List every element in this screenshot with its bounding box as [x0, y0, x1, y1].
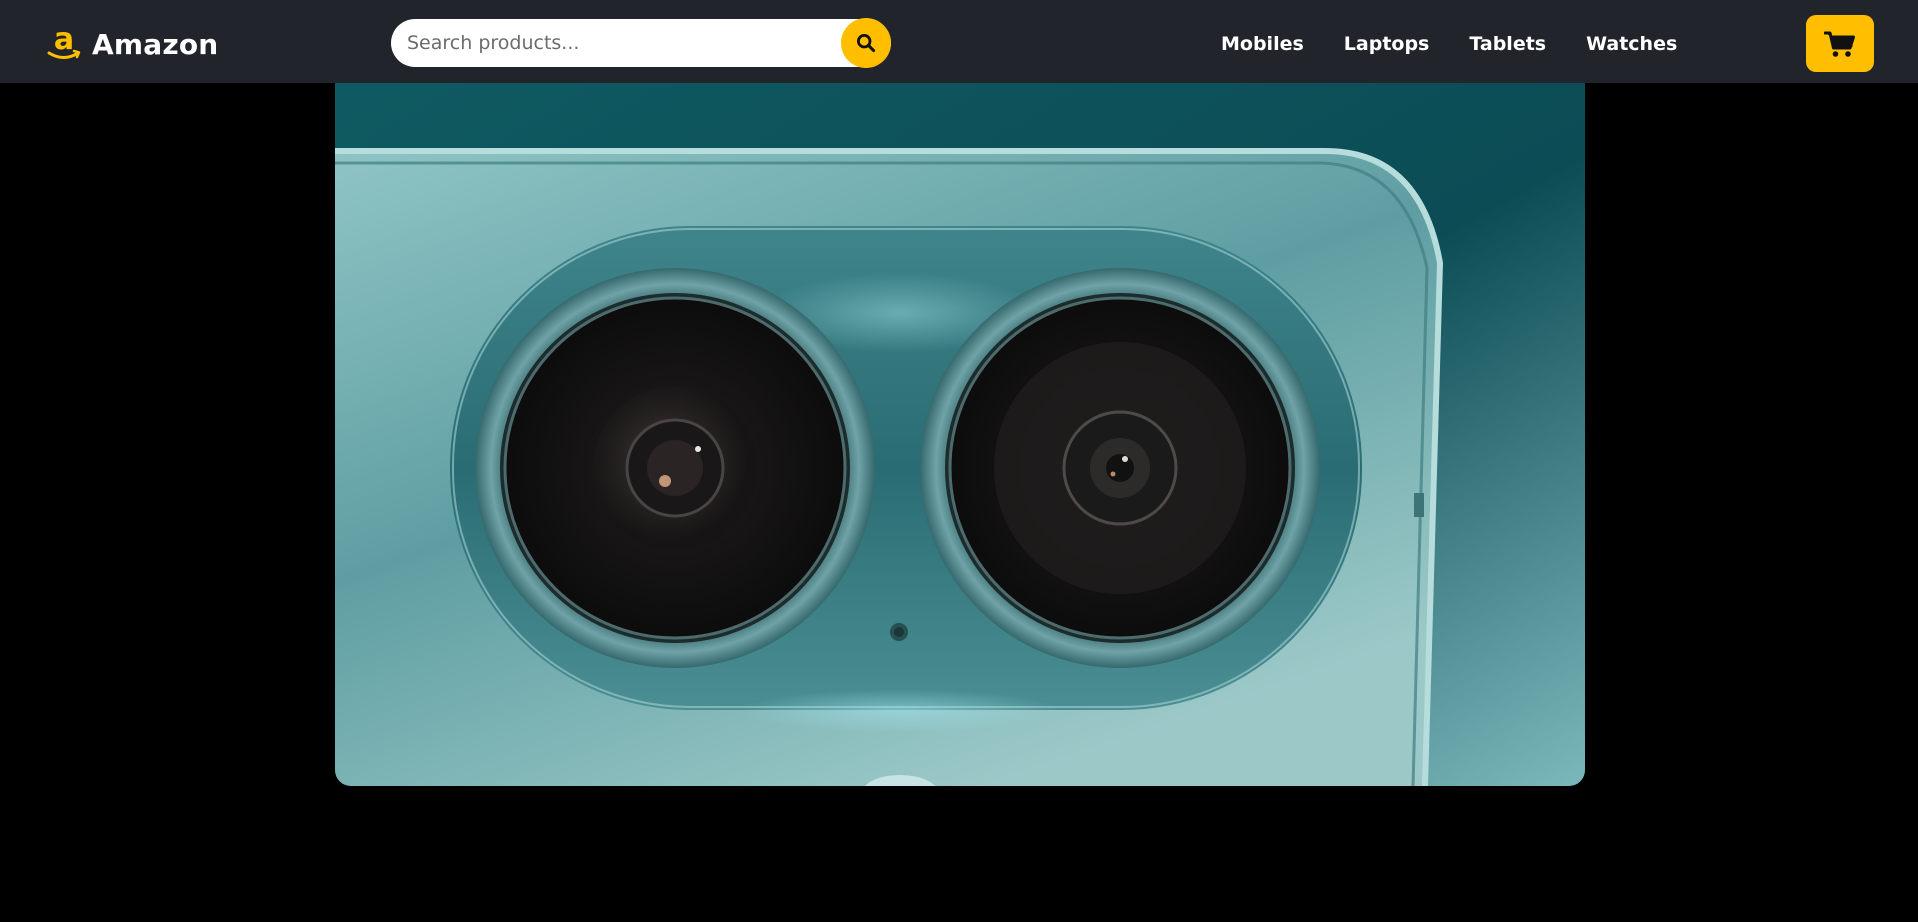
nav-link-watches[interactable]: Watches: [1586, 30, 1677, 58]
svg-text:a: a: [54, 25, 74, 57]
search-button[interactable]: [841, 18, 891, 68]
search-icon: [856, 33, 876, 53]
nav-link-tablets[interactable]: Tablets: [1469, 30, 1546, 58]
brand-logo-link[interactable]: a Amazon: [46, 24, 218, 64]
hero-banner-image: [335, 83, 1585, 786]
nav-link-mobiles[interactable]: Mobiles: [1221, 30, 1304, 58]
phone-camera-image: [335, 83, 1585, 786]
top-navbar: a Amazon Mobiles Laptops Tablets Watches: [0, 0, 1918, 83]
search-bar: [391, 18, 891, 68]
shopping-cart-icon: [1824, 31, 1855, 57]
amazon-logo-icon: a: [47, 25, 81, 59]
nav-link-laptops[interactable]: Laptops: [1344, 30, 1430, 58]
search-input[interactable]: [407, 19, 827, 67]
brand-name: Amazon: [92, 27, 219, 61]
cart-button[interactable]: [1806, 15, 1874, 72]
category-nav: Mobiles Laptops Tablets Watches: [1221, 30, 1677, 58]
